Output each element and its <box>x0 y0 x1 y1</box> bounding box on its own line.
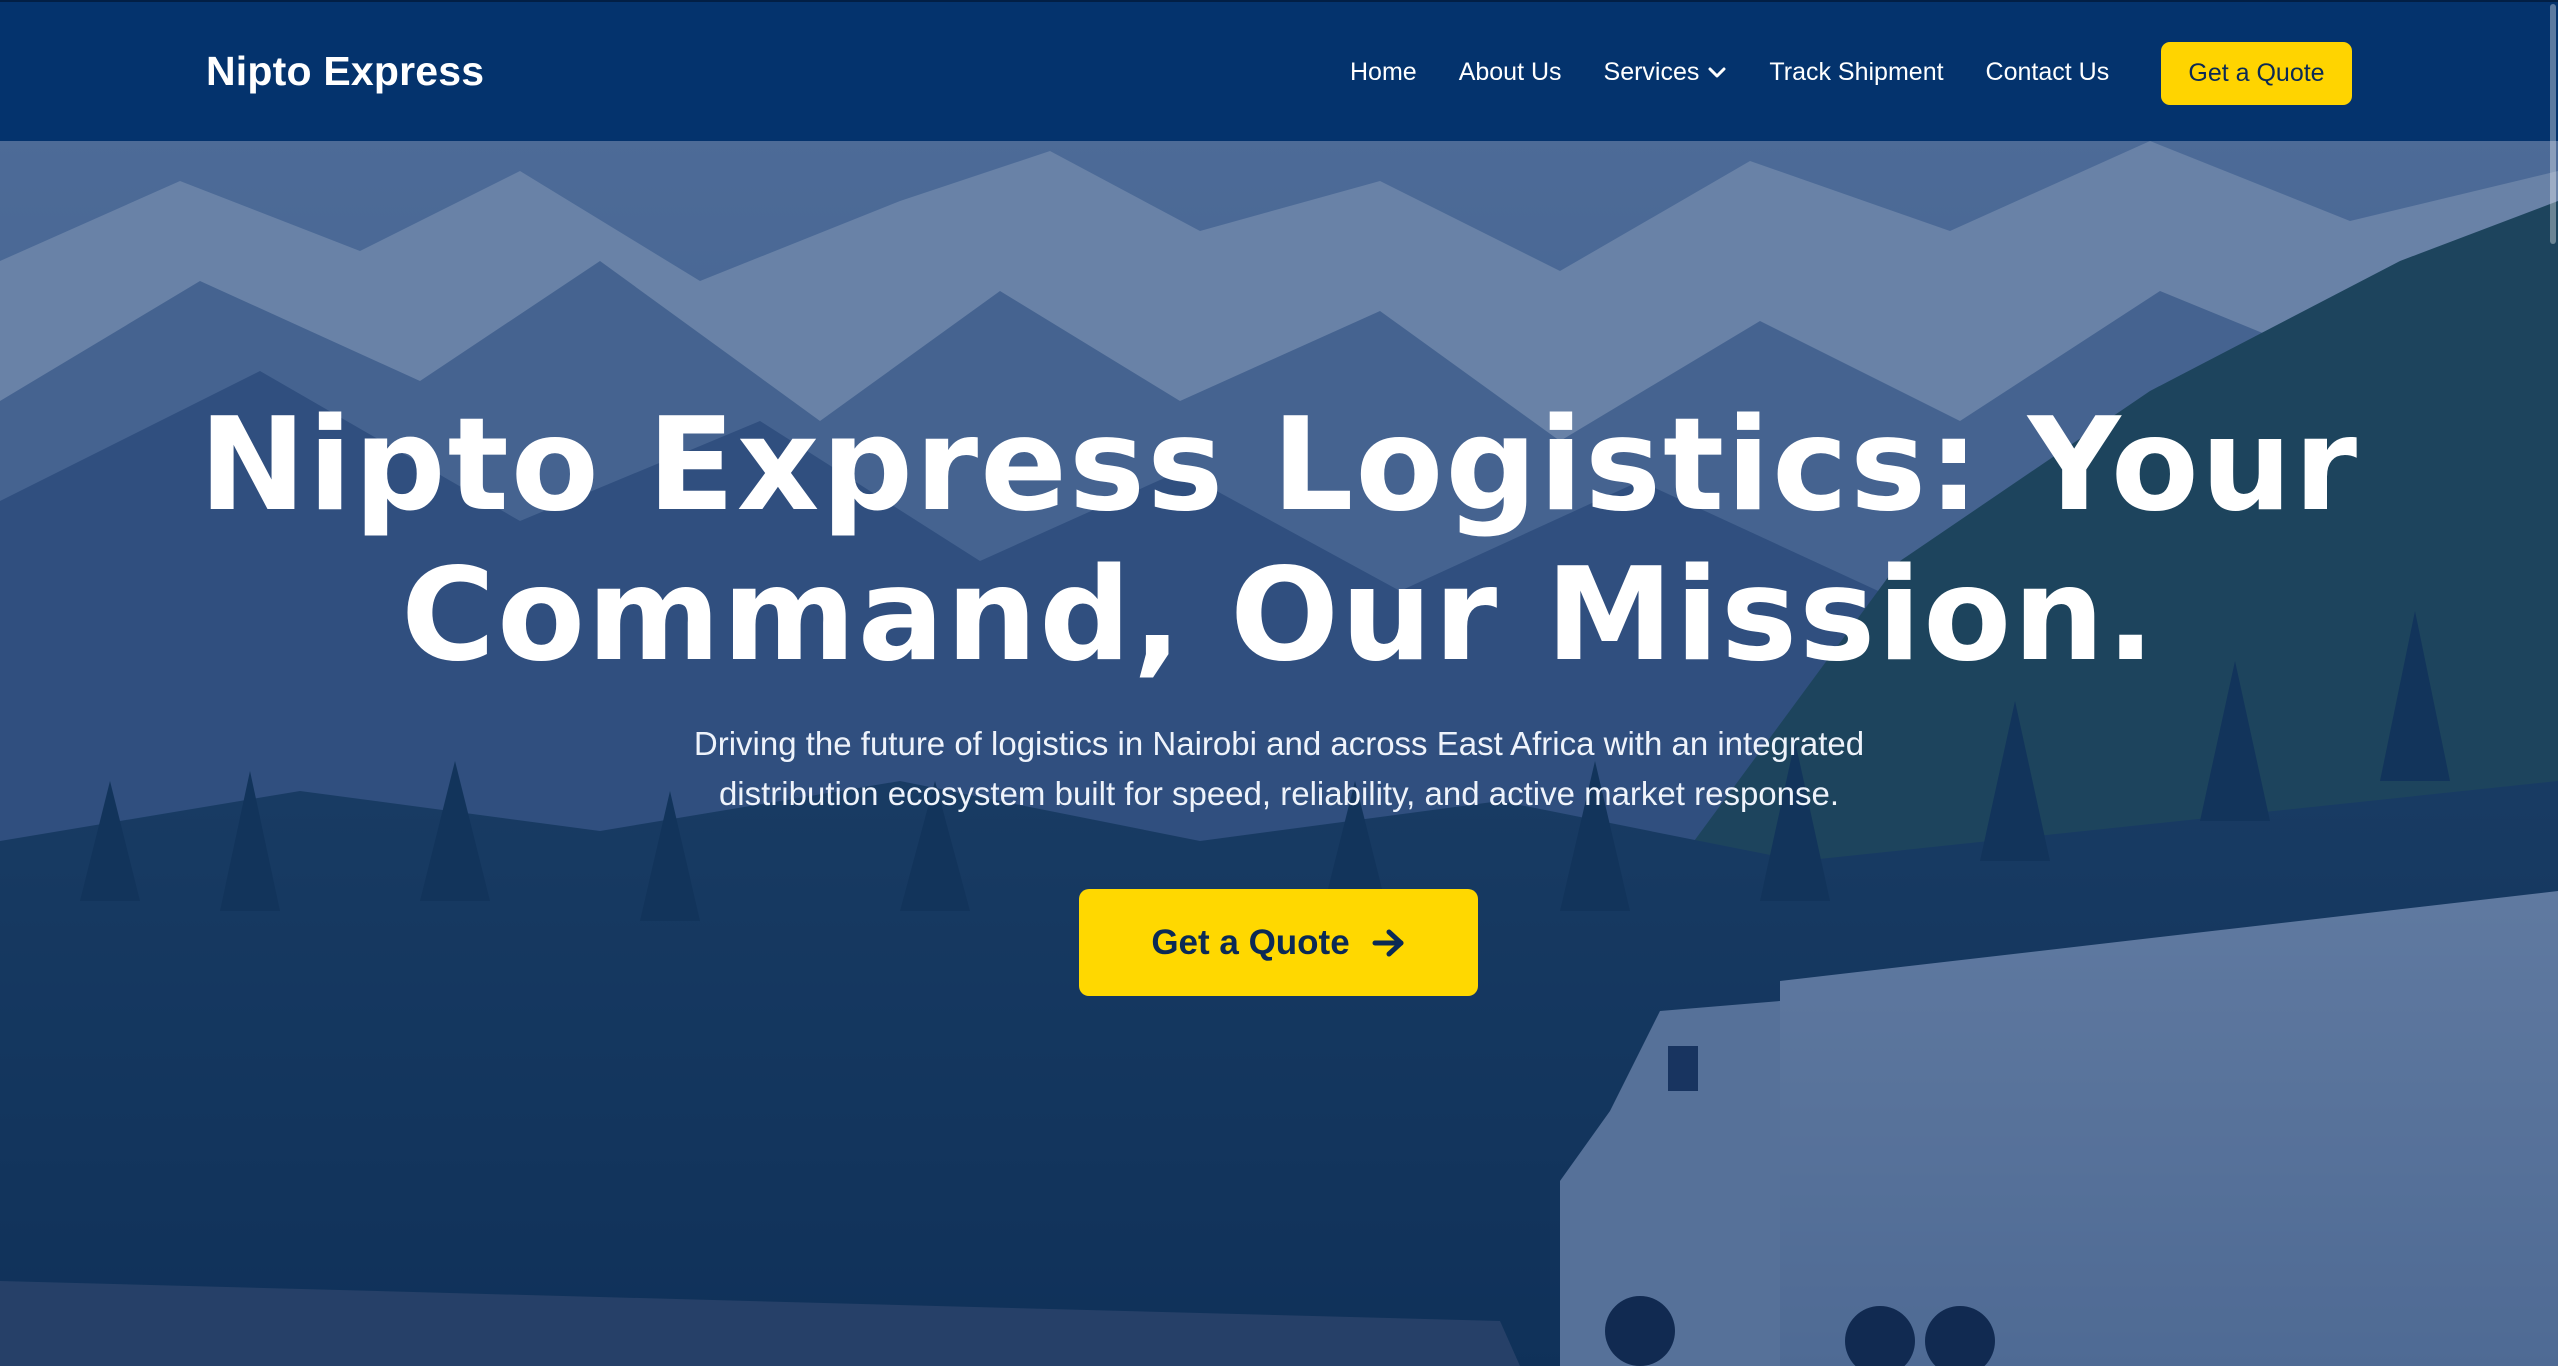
nav-get-quote-button[interactable]: Get a Quote <box>2161 42 2352 105</box>
hero-subtext-line-1: Driving the future of logistics in Nairo… <box>693 725 1865 762</box>
navbar: Nipto Express Home About Us Services Tra… <box>0 0 2558 141</box>
nav-link-services-label: Services <box>1603 58 1700 86</box>
hero-headline-line-2: Command, Our Mission. <box>401 541 2157 690</box>
nav-link-contact-us[interactable]: Contact Us <box>1986 58 2110 87</box>
page: Nipto Express Home About Us Services Tra… <box>0 0 2558 1366</box>
brand-logo[interactable]: Nipto Express <box>206 48 484 95</box>
hero-subtext-line-2: distribution ecosystem built for speed, … <box>718 775 1840 812</box>
nav-link-about-us[interactable]: About Us <box>1459 58 1562 87</box>
hero-get-quote-label: Get a Quote <box>1151 922 1350 962</box>
nav-link-services[interactable]: Services <box>1604 58 1728 87</box>
scrollbar[interactable] <box>2546 0 2558 1366</box>
nav-link-track-shipment[interactable]: Track Shipment <box>1769 58 1943 87</box>
nav-links: Home About Us Services Track Shipment Co… <box>1350 58 2151 87</box>
hero-headline-line-1: Nipto Express Logistics: Your <box>199 391 2359 540</box>
scrollbar-thumb[interactable] <box>2550 4 2556 244</box>
hero-headline: Nipto Express Logistics: Your Command, O… <box>0 391 2558 691</box>
hero-section: Nipto Express Logistics: Your Command, O… <box>0 141 2558 1366</box>
nav-link-home[interactable]: Home <box>1350 58 1417 87</box>
hero-subtext: Driving the future of logistics in Nairo… <box>629 719 1929 819</box>
chevron-down-icon <box>1708 67 1726 77</box>
arrow-right-icon <box>1372 929 1404 956</box>
hero-get-quote-button[interactable]: Get a Quote <box>1079 889 1478 996</box>
